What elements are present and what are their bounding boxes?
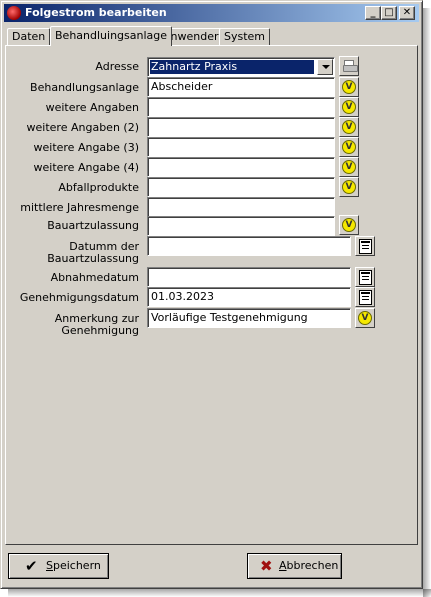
abfallprodukte-lookup-button[interactable]: V [339,177,359,197]
abfallprodukte-field[interactable] [147,177,335,197]
v-lookup-icon: V [342,140,356,154]
datum-bauartzulassung-calendar-button[interactable] [355,236,375,256]
weitere-angaben-2-lookup-button[interactable]: V [339,117,359,137]
bauartzulassung-label: Bauartzulassung [47,219,139,232]
tab-system[interactable]: System [219,28,271,45]
weitere-angabe-4-label: weitere Angabe (4) [33,161,140,174]
weitere-angaben-2-label: weitere Angaben (2) [26,121,139,134]
weitere-angaben-lookup-button[interactable]: V [339,97,359,117]
mittlere-jahresmenge-label: mittlere Jahresmenge [20,201,139,214]
calendar-icon [359,239,372,254]
behandlungsanlage-label: Behandlungsanlage [30,81,139,94]
checkmark-icon: ✔ [25,557,38,575]
dialog-window: Folgestrom bearbeiten _ □ ✕ Daten Behand… [0,0,423,589]
behandlungsanlage-field[interactable]: Abscheider [147,77,335,97]
anmerkung-field[interactable]: Vorläufige Testgenehmigung [147,308,351,328]
weitere-angaben-2-field[interactable] [147,117,335,137]
calendar-icon [359,290,372,305]
v-lookup-icon: V [342,160,356,174]
v-lookup-icon: V [358,311,372,325]
weitere-angabe-4-field[interactable] [147,157,335,177]
close-button[interactable]: ✕ [399,6,415,20]
abnahmedatum-calendar-button[interactable] [355,267,375,287]
genehmigungsdatum-field[interactable]: 01.03.2023 [147,287,351,307]
weitere-angaben-label: weitere Angaben [45,101,139,114]
adresse-selected-value: Zahnartz Praxis [150,60,314,74]
v-lookup-icon: V [342,218,356,232]
bauartzulassung-lookup-button[interactable]: V [339,215,359,235]
anmerkung-lookup-button[interactable]: V [355,308,375,328]
bauartzulassung-field[interactable] [147,216,335,236]
title-bar[interactable]: Folgestrom bearbeiten _ □ ✕ [4,4,419,22]
abnahmedatum-field[interactable] [147,267,351,287]
chevron-down-icon[interactable] [317,59,333,75]
datum-bauartzulassung-label-line2: Bauartzulassung [47,252,139,265]
v-lookup-icon: V [342,180,356,194]
abnahmedatum-label: Abnahmedatum [50,271,139,284]
v-lookup-icon: V [342,100,356,114]
cancel-button[interactable]: ✖ Abbrechen [247,553,342,579]
weitere-angabe-3-label: weitere Angabe (3) [33,141,140,154]
save-button-label: Speichern [46,559,101,572]
maximize-button[interactable]: □ [381,6,397,20]
adresse-label: Adresse [95,60,139,73]
window-title: Folgestrom bearbeiten [25,6,167,19]
v-lookup-icon: V [342,80,356,94]
genehmigungsdatum-label: Genehmigungsdatum [19,291,139,304]
cancel-button-label: Abbrechen [279,559,339,572]
address-book-icon [343,60,358,72]
cross-icon: ✖ [260,557,273,575]
weitere-angaben-field[interactable] [147,97,335,117]
minimize-button[interactable]: _ [365,6,381,20]
behandlungsanlage-lookup-button[interactable]: V [339,77,359,97]
weitere-angabe-4-lookup-button[interactable]: V [339,157,359,177]
adresse-select[interactable]: Zahnartz Praxis [147,57,335,77]
datum-bauartzulassung-field[interactable] [147,236,351,256]
save-button[interactable]: ✔ Speichern [8,553,109,579]
app-icon [7,6,21,20]
v-lookup-icon: V [342,120,356,134]
mittlere-jahresmenge-field[interactable] [147,197,335,217]
address-book-button[interactable] [339,56,359,76]
calendar-icon [359,270,372,285]
genehmigungsdatum-calendar-button[interactable] [355,287,375,307]
anmerkung-label-line2: Genehmigung [61,324,139,337]
abfallprodukte-label: Abfallprodukte [58,181,139,194]
weitere-angabe-3-field[interactable] [147,137,335,157]
weitere-angabe-3-lookup-button[interactable]: V [339,137,359,157]
tab-behandlungsanlage[interactable]: Behandluingsanlage [50,26,173,46]
tab-daten[interactable]: Daten [7,28,51,45]
